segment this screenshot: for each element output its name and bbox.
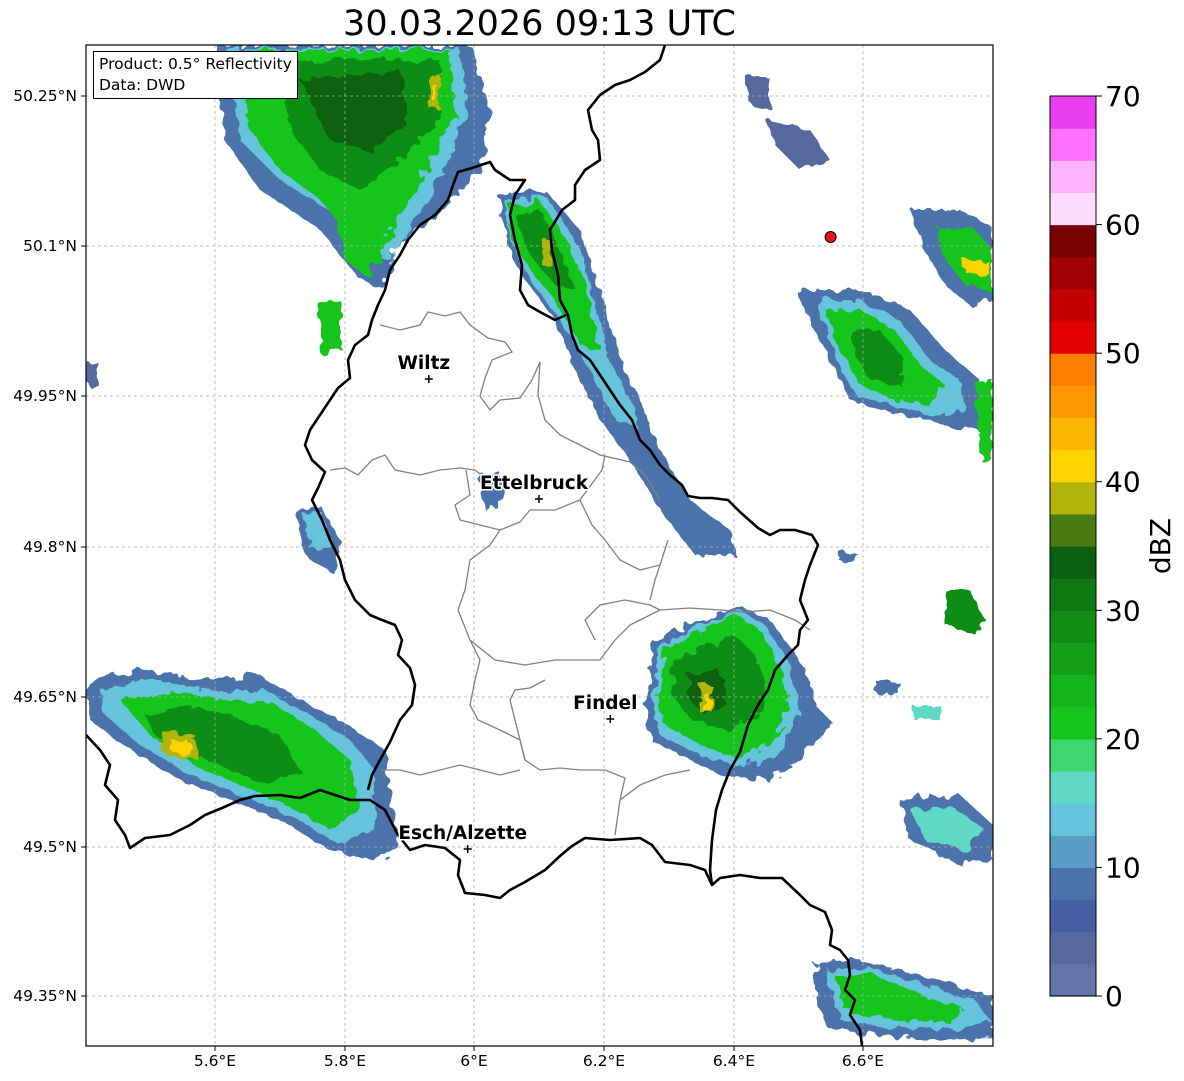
info-box: Product: 0.5° Reflectivity Data: DWD xyxy=(93,51,298,99)
location-marker[interactable] xyxy=(824,231,837,243)
city-label: Findel xyxy=(573,693,637,714)
colorbar-segment xyxy=(1050,256,1096,290)
echo-northeast xyxy=(745,75,993,460)
colorbar-segment xyxy=(1050,96,1096,129)
city-findel: Findel xyxy=(572,692,639,723)
lon-tick-label: 6.6°E xyxy=(842,1052,884,1070)
colorbar-segment xyxy=(1050,610,1096,644)
colorbar-segment xyxy=(1050,160,1096,194)
lon-tick-label: 6°E xyxy=(460,1052,487,1070)
lat-tick-label: 49.65°N xyxy=(13,688,77,706)
lat-tick-label: 50.1°N xyxy=(23,237,77,255)
product-label: Product: 0.5° Reflectivity xyxy=(99,55,292,73)
city-wiltz: Wiltz xyxy=(396,352,452,383)
lat-tick-label: 49.8°N xyxy=(23,538,77,556)
colorbar-segment xyxy=(1050,546,1096,579)
colorbar-segment xyxy=(1050,899,1096,933)
colorbar-tick-label: 20 xyxy=(1105,723,1141,756)
colorbar-segment xyxy=(1050,642,1096,676)
city-label: Wiltz xyxy=(397,353,450,374)
colorbar-segment xyxy=(1050,224,1096,258)
lon-tick-labels: 5.6°E 5.8°E 6°E 6.2°E 6.4°E 6.6°E xyxy=(194,1052,884,1070)
radar-echoes xyxy=(86,45,993,1040)
radar-map: 5.6°E 5.8°E 6°E 6.2°E 6.4°E 6.6°E 50.25°… xyxy=(13,44,1177,1070)
colorbar-segment xyxy=(1050,385,1096,419)
colorbar-segment xyxy=(1050,963,1096,997)
colorbar-segment xyxy=(1050,674,1096,708)
colorbar-segment xyxy=(1050,481,1096,515)
colorbar-segment xyxy=(1050,706,1096,740)
colorbar-tick-label: 60 xyxy=(1105,209,1141,242)
lon-tick-label: 6.4°E xyxy=(713,1052,755,1070)
colorbar-tick-label: 0 xyxy=(1105,980,1123,1013)
colorbar-segment xyxy=(1050,867,1096,901)
colorbar-tick-label: 30 xyxy=(1105,594,1141,627)
colorbar-segment xyxy=(1050,449,1096,483)
colorbar-segment xyxy=(1050,192,1096,226)
colorbar: 0 10 20 30 40 50 60 70 dBZ xyxy=(1049,80,1177,1013)
lon-tick-label: 6.2°E xyxy=(583,1052,625,1070)
colorbar-segment xyxy=(1050,738,1096,772)
city-label: Ettelbruck xyxy=(480,473,589,494)
echo-southwest xyxy=(86,670,400,860)
lat-tick-label: 49.35°N xyxy=(13,987,77,1005)
colorbar-label: dBZ xyxy=(1144,518,1177,574)
colorbar-segment xyxy=(1050,321,1096,354)
colorbar-segment xyxy=(1050,931,1096,965)
colorbar-segment xyxy=(1050,578,1096,611)
city-markers: Wiltz Ettelbruck Findel Esch/Alzette xyxy=(396,352,639,853)
colorbar-segment xyxy=(1050,288,1096,322)
lat-tick-label: 50.25°N xyxy=(13,87,77,105)
lon-tick-label: 5.8°E xyxy=(324,1052,366,1070)
colorbar-segment xyxy=(1050,771,1096,804)
echo-southeast xyxy=(815,552,993,1040)
lat-tick-label: 49.5°N xyxy=(23,838,77,856)
colorbar-segment xyxy=(1050,417,1096,451)
colorbar-tick-label: 70 xyxy=(1105,80,1141,113)
colorbar-segment xyxy=(1050,803,1096,836)
axis-ticks xyxy=(81,95,864,1051)
colorbar-segment xyxy=(1050,835,1096,869)
echo-small-west xyxy=(318,300,342,355)
colorbar-tick-label: 50 xyxy=(1105,337,1141,370)
data-source-label: Data: DWD xyxy=(99,76,186,94)
lat-tick-labels: 50.25°N 50.1°N 49.95°N 49.8°N 49.65°N 49… xyxy=(13,87,77,1005)
lon-tick-label: 5.6°E xyxy=(194,1052,236,1070)
colorbar-segment xyxy=(1050,353,1096,386)
colorbar-segment xyxy=(1050,513,1096,547)
colorbar-tick-label: 10 xyxy=(1105,851,1141,884)
colorbar-segment xyxy=(1050,128,1096,161)
lat-tick-label: 49.95°N xyxy=(13,387,77,405)
city-label: Esch/Alzette xyxy=(398,823,527,844)
colorbar-tick-label: 40 xyxy=(1105,466,1141,499)
